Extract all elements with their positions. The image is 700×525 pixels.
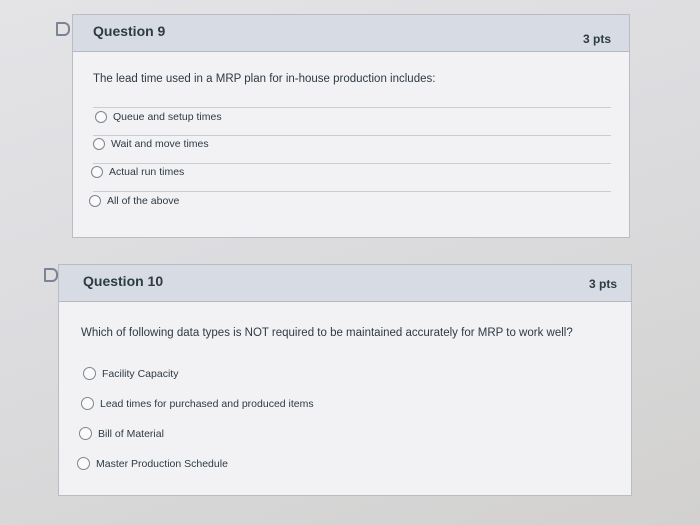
radio-button[interactable] (95, 111, 107, 123)
flag-question-icon[interactable] (56, 22, 70, 36)
question-title: Question 9 (93, 23, 166, 39)
option-divider (93, 191, 611, 192)
question-points: 3 pts (588, 277, 617, 291)
option-label: Bill of Material (98, 427, 164, 440)
answer-option[interactable]: Wait and move times (93, 138, 209, 150)
option-label: Actual run times (109, 166, 185, 178)
question-card: Question 10 3 pts Which of following dat… (58, 264, 632, 496)
option-label: Master Production Schedule (96, 457, 228, 470)
option-label: Queue and setup times (113, 111, 222, 123)
option-label: All of the above (107, 195, 180, 207)
question-header: Question 9 3 pts (73, 15, 629, 52)
radio-button[interactable] (83, 367, 96, 380)
option-label: Lead times for purchased and produced it… (100, 397, 314, 410)
option-label: Wait and move times (111, 138, 209, 150)
answer-option[interactable]: Actual run times (91, 166, 184, 178)
answer-option[interactable]: Lead times for purchased and produced it… (81, 397, 314, 410)
answer-option[interactable]: Queue and setup times (95, 111, 222, 123)
answer-option[interactable]: Master Production Schedule (77, 457, 228, 470)
radio-button[interactable] (77, 457, 90, 470)
question-card: Question 9 3 pts The lead time used in a… (72, 14, 630, 238)
option-divider (93, 107, 611, 108)
answer-option[interactable]: All of the above (89, 195, 179, 207)
question-header: Question 10 3 pts (59, 265, 631, 302)
flag-question-icon[interactable] (44, 268, 58, 282)
radio-button[interactable] (93, 138, 105, 150)
radio-button[interactable] (91, 166, 103, 178)
radio-button[interactable] (79, 427, 92, 440)
radio-button[interactable] (89, 195, 101, 207)
question-prompt: The lead time used in a MRP plan for in-… (93, 73, 436, 85)
radio-button[interactable] (81, 397, 94, 410)
option-divider (93, 135, 611, 136)
option-divider (93, 163, 611, 164)
question-title: Question 10 (83, 273, 164, 289)
option-label: Facility Capacity (102, 367, 179, 380)
question-prompt: Which of following data types is NOT req… (81, 327, 573, 339)
question-points: 3 pts (582, 32, 611, 46)
answer-option[interactable]: Facility Capacity (83, 367, 178, 380)
answer-option[interactable]: Bill of Material (79, 427, 164, 440)
